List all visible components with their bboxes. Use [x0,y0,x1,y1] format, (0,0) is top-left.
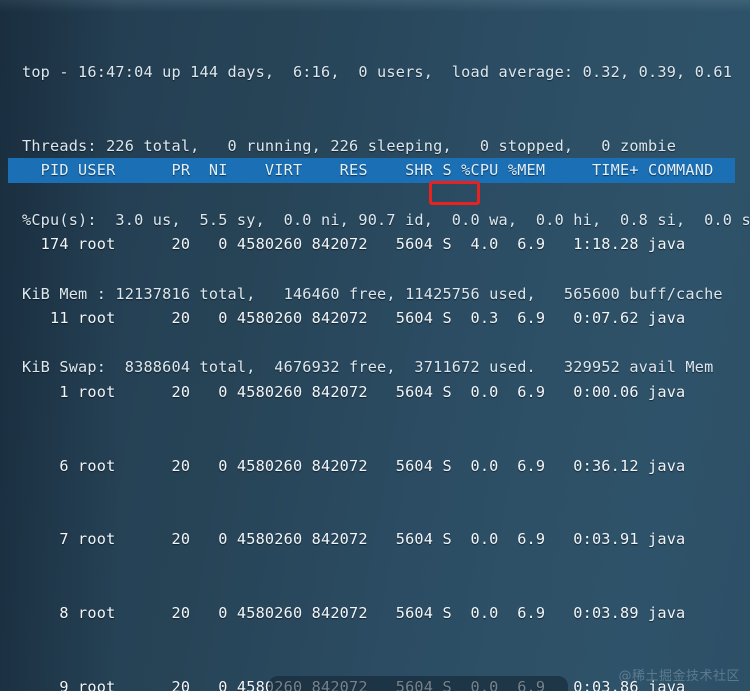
watermark: @稀土掘金技术社区 [618,669,740,684]
terminal-screen: top - 16:47:04 up 144 days, 6:16, 0 user… [0,0,750,691]
process-table-body: 174 root 20 0 4580260 842072 5604 S 4.0 … [22,183,686,691]
table-row[interactable]: 8 root 20 0 4580260 842072 5604 S 0.0 6.… [22,601,685,626]
process-table-header[interactable]: PID USER PR NI VIRT RES SHR S %CPU %MEM … [8,158,735,183]
top-output: top - 16:47:04 up 144 days, 6:16, 0 user… [0,0,750,691]
uptime-line: top - 16:47:04 up 144 days, 6:16, 0 user… [22,63,733,82]
table-row[interactable]: 174 root 20 0 4580260 842072 5604 S 4.0 … [22,232,686,257]
threads-line: Threads: 226 total, 0 running, 226 sleep… [22,136,677,155]
table-row[interactable]: 7 root 20 0 4580260 842072 5604 S 0.0 6.… [22,527,685,552]
process-table-header-text: PID USER PR NI VIRT RES SHR S %CPU %MEM … [22,161,714,180]
table-row[interactable]: 11 root 20 0 4580260 842072 5604 S 0.3 6… [22,306,685,331]
table-row[interactable]: 6 root 20 0 4580260 842072 5604 S 0.0 6.… [22,454,685,479]
table-row[interactable]: 9 root 20 0 4580260 842072 5604 S 0.0 6.… [22,675,685,691]
table-row[interactable]: 1 root 20 0 4580260 842072 5604 S 0.0 6.… [22,380,685,405]
